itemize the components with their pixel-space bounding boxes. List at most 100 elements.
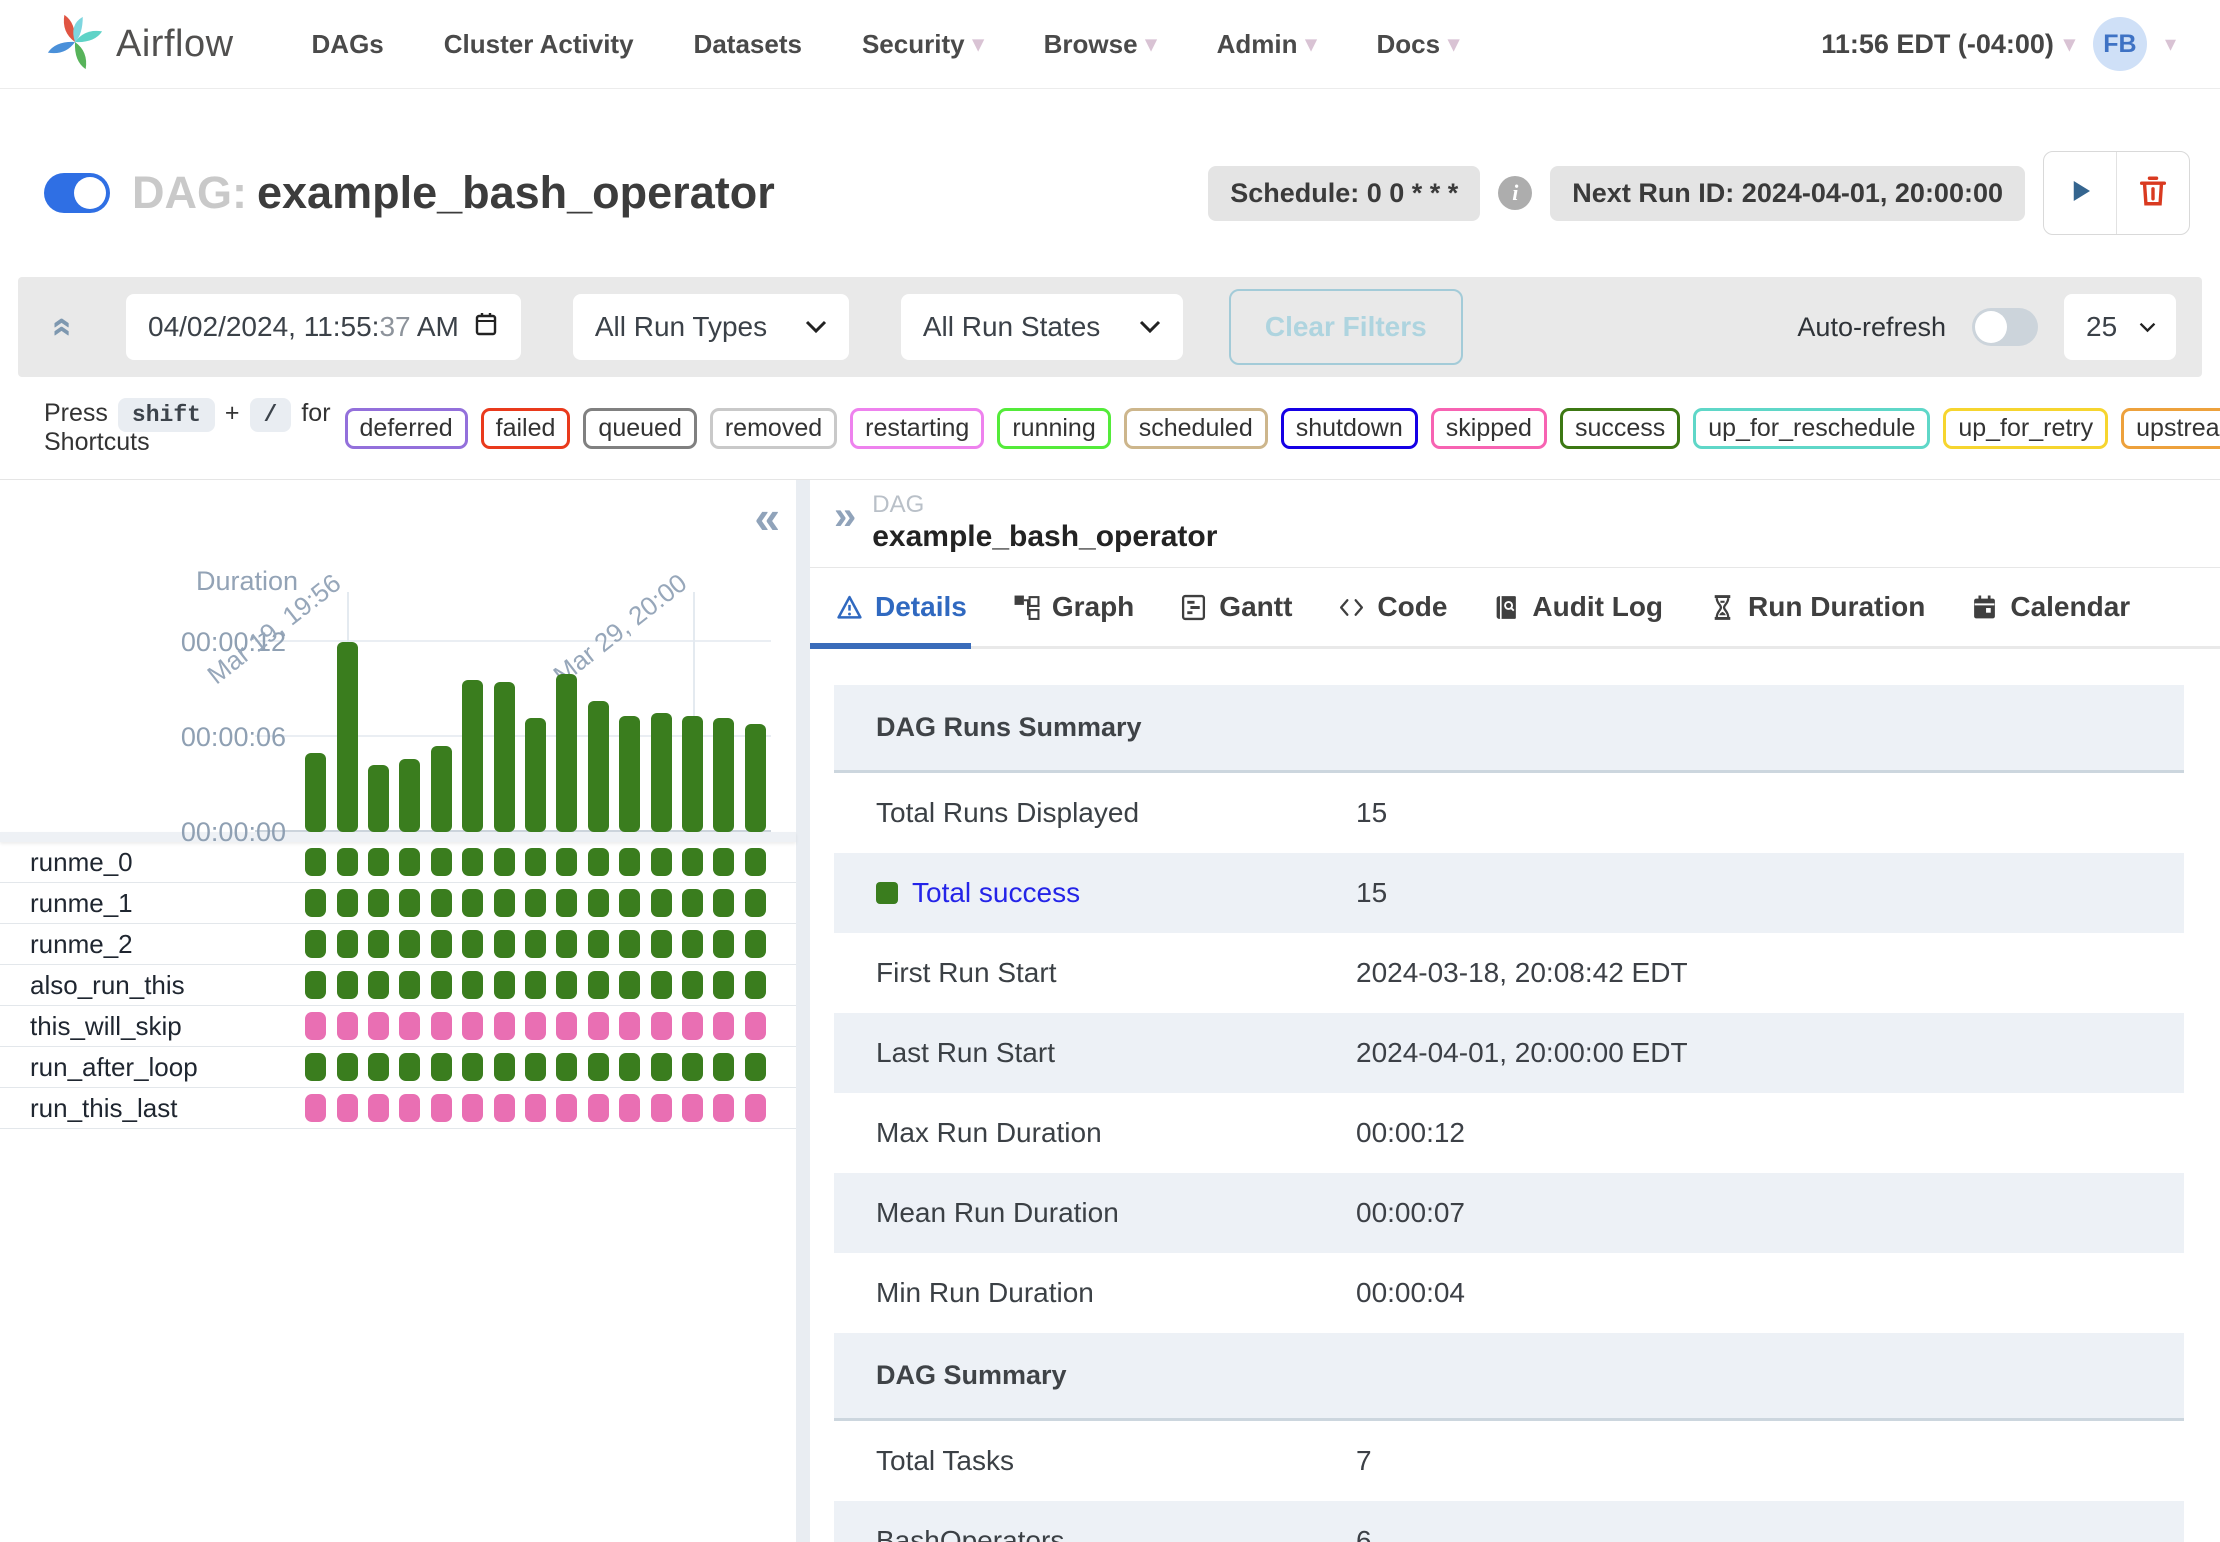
task-instance-square[interactable] bbox=[368, 930, 389, 958]
task-instance-square[interactable] bbox=[525, 1053, 546, 1081]
task-instance-square[interactable] bbox=[525, 848, 546, 876]
duration-bar[interactable] bbox=[368, 765, 389, 832]
tab-audit-log[interactable]: Audit Log bbox=[1493, 568, 1663, 646]
task-instance-square[interactable] bbox=[494, 1012, 515, 1040]
task-instance-square[interactable] bbox=[525, 971, 546, 999]
task-instance-square[interactable] bbox=[525, 1012, 546, 1040]
task-instance-square[interactable] bbox=[431, 930, 452, 958]
task-instance-square[interactable] bbox=[337, 1094, 358, 1122]
task-instance-square[interactable] bbox=[431, 971, 452, 999]
nav-item-datasets[interactable]: Datasets bbox=[694, 29, 802, 60]
task-instance-square[interactable] bbox=[399, 1053, 420, 1081]
duration-bar[interactable] bbox=[337, 642, 358, 832]
task-instance-square[interactable] bbox=[337, 889, 358, 917]
schedule-badge[interactable]: Schedule: 0 0 * * * bbox=[1208, 166, 1480, 221]
task-instance-square[interactable] bbox=[305, 930, 326, 958]
airflow-logo[interactable]: Airflow bbox=[44, 11, 234, 78]
task-instance-square[interactable] bbox=[337, 1012, 358, 1040]
task-instance-square[interactable] bbox=[525, 1094, 546, 1122]
user-menu-caret[interactable]: ▾ bbox=[2165, 31, 2176, 57]
base-date-input[interactable]: 04/02/2024, 11:55:37 AM bbox=[126, 294, 521, 360]
tab-gantt[interactable]: Gantt bbox=[1180, 568, 1292, 646]
task-instance-square[interactable] bbox=[431, 1094, 452, 1122]
task-instance-square[interactable] bbox=[337, 1053, 358, 1081]
duration-bar[interactable] bbox=[525, 718, 546, 832]
task-instance-square[interactable] bbox=[651, 971, 672, 999]
task-instance-square[interactable] bbox=[494, 889, 515, 917]
task-instance-square[interactable] bbox=[494, 971, 515, 999]
task-instance-square[interactable] bbox=[619, 848, 640, 876]
duration-bar[interactable] bbox=[556, 674, 577, 832]
task-instance-square[interactable] bbox=[713, 889, 734, 917]
task-instance-square[interactable] bbox=[682, 930, 703, 958]
duration-bar[interactable] bbox=[713, 718, 734, 832]
task-instance-square[interactable] bbox=[368, 889, 389, 917]
duration-bar[interactable] bbox=[399, 759, 420, 832]
task-instance-square[interactable] bbox=[619, 1012, 640, 1040]
duration-bar[interactable] bbox=[682, 716, 703, 832]
task-label[interactable]: runme_1 bbox=[0, 888, 300, 919]
nav-item-docs[interactable]: Docs▾ bbox=[1377, 29, 1460, 60]
task-instance-square[interactable] bbox=[525, 930, 546, 958]
avatar[interactable]: FB bbox=[2093, 17, 2147, 71]
expand-details-icon[interactable]: » bbox=[834, 496, 856, 536]
task-instance-square[interactable] bbox=[588, 1094, 609, 1122]
duration-bar[interactable] bbox=[745, 724, 766, 832]
task-instance-square[interactable] bbox=[682, 971, 703, 999]
task-instance-square[interactable] bbox=[651, 1053, 672, 1081]
row-label-text[interactable]: Total success bbox=[912, 877, 1080, 909]
task-instance-square[interactable] bbox=[337, 848, 358, 876]
task-instance-square[interactable] bbox=[745, 1094, 766, 1122]
task-instance-square[interactable] bbox=[305, 848, 326, 876]
page-size-select[interactable]: 25 bbox=[2064, 294, 2176, 360]
task-instance-square[interactable] bbox=[399, 1012, 420, 1040]
task-label[interactable]: run_after_loop bbox=[0, 1052, 300, 1083]
task-instance-square[interactable] bbox=[305, 1012, 326, 1040]
task-instance-square[interactable] bbox=[305, 1094, 326, 1122]
task-instance-square[interactable] bbox=[556, 848, 577, 876]
task-instance-square[interactable] bbox=[431, 889, 452, 917]
task-instance-square[interactable] bbox=[713, 1094, 734, 1122]
task-instance-square[interactable] bbox=[619, 1094, 640, 1122]
task-instance-square[interactable] bbox=[368, 1053, 389, 1081]
task-instance-square[interactable] bbox=[556, 889, 577, 917]
nav-item-security[interactable]: Security▾ bbox=[862, 29, 984, 60]
task-instance-square[interactable] bbox=[619, 889, 640, 917]
task-instance-square[interactable] bbox=[713, 971, 734, 999]
task-instance-square[interactable] bbox=[462, 1053, 483, 1081]
task-instance-square[interactable] bbox=[745, 1053, 766, 1081]
task-instance-square[interactable] bbox=[462, 1094, 483, 1122]
task-instance-square[interactable] bbox=[682, 1053, 703, 1081]
task-instance-square[interactable] bbox=[588, 971, 609, 999]
task-instance-square[interactable] bbox=[431, 1012, 452, 1040]
nav-item-dags[interactable]: DAGs bbox=[312, 29, 384, 60]
duration-bar[interactable] bbox=[494, 682, 515, 832]
task-instance-square[interactable] bbox=[337, 930, 358, 958]
task-instance-square[interactable] bbox=[745, 971, 766, 999]
task-instance-square[interactable] bbox=[556, 930, 577, 958]
task-instance-square[interactable] bbox=[462, 971, 483, 999]
duration-bar[interactable] bbox=[305, 753, 326, 832]
task-instance-square[interactable] bbox=[399, 889, 420, 917]
tab-run-duration[interactable]: Run Duration bbox=[1709, 568, 1925, 646]
dag-pause-toggle[interactable] bbox=[44, 173, 110, 213]
task-instance-square[interactable] bbox=[745, 1012, 766, 1040]
task-instance-square[interactable] bbox=[619, 971, 640, 999]
task-instance-square[interactable] bbox=[399, 1094, 420, 1122]
info-icon[interactable]: i bbox=[1498, 176, 1532, 210]
trigger-dag-button[interactable] bbox=[2044, 152, 2116, 234]
task-instance-square[interactable] bbox=[745, 889, 766, 917]
task-instance-square[interactable] bbox=[651, 1012, 672, 1040]
tab-calendar[interactable]: Calendar bbox=[1971, 568, 2130, 646]
task-instance-square[interactable] bbox=[588, 930, 609, 958]
task-label[interactable]: this_will_skip bbox=[0, 1011, 300, 1042]
task-instance-square[interactable] bbox=[368, 1094, 389, 1122]
task-instance-square[interactable] bbox=[745, 848, 766, 876]
task-instance-square[interactable] bbox=[682, 848, 703, 876]
auto-refresh-toggle[interactable] bbox=[1972, 308, 2038, 346]
task-instance-square[interactable] bbox=[462, 930, 483, 958]
task-instance-square[interactable] bbox=[462, 1012, 483, 1040]
task-instance-square[interactable] bbox=[651, 930, 672, 958]
task-instance-square[interactable] bbox=[682, 889, 703, 917]
task-instance-square[interactable] bbox=[368, 971, 389, 999]
